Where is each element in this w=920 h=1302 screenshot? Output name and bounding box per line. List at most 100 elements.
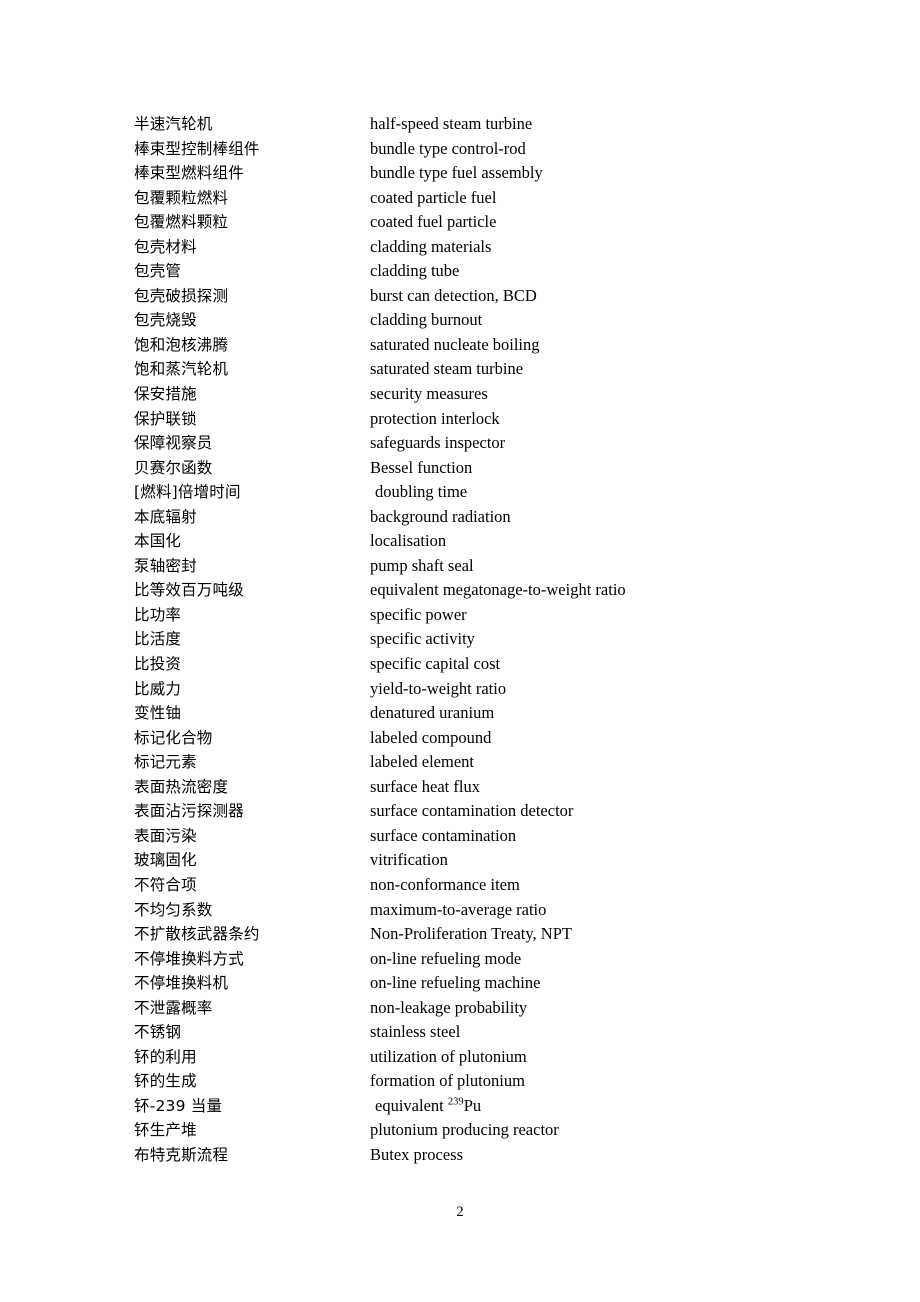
glossary-entry: 比投资 specific capital cost: [134, 652, 834, 677]
term-chinese: 玻璃固化: [134, 851, 197, 870]
term-chinese: 不均匀系数: [134, 900, 213, 919]
term-chinese: 钚-239 当量: [134, 1096, 223, 1115]
term-chinese: 本底辐射: [134, 507, 197, 526]
term-chinese: 标记化合物: [134, 728, 213, 747]
term-english: coated particle fuel: [370, 187, 497, 207]
term-english: surface contamination: [370, 825, 517, 845]
glossary-entry: 不符合项 non-conformance item: [134, 873, 834, 898]
term-chinese: 表面热流密度: [134, 777, 229, 796]
term-english: equivalent 239Pu: [375, 1095, 482, 1115]
term-english: Bessel function: [370, 457, 473, 477]
term-english: on-line refueling mode: [370, 948, 522, 968]
term-english: specific capital cost: [370, 654, 501, 674]
term-chinese: 比功率: [134, 605, 182, 624]
term-english: cladding burnout: [370, 310, 483, 330]
glossary-entry: [燃料]倍增时间 doubling time: [134, 480, 834, 505]
term-chinese: 包壳破损探测: [134, 286, 229, 305]
term-chinese: 比威力: [134, 679, 182, 698]
glossary-entry: 不泄露概率 non-leakage probability: [134, 996, 834, 1021]
term-english: Butex process: [370, 1144, 464, 1164]
glossary-entry: 包壳材料 cladding materials: [134, 235, 834, 260]
glossary-entry: 包壳破损探测 burst can detection, BCD: [134, 284, 834, 309]
glossary-entry: 保安措施 security measures: [134, 382, 834, 407]
term-english: maximum-to-average ratio: [370, 899, 547, 919]
term-english: labeled element: [370, 752, 474, 772]
term-english: yield-to-weight ratio: [370, 678, 507, 698]
term-english: security measures: [370, 384, 488, 404]
glossary-entry: 包壳管 cladding tube: [134, 259, 834, 284]
document-page: 半速汽轮机 half-speed steam turbine 棒束型控制棒组件 bun…: [0, 0, 920, 1302]
term-english: non-leakage probability: [370, 997, 528, 1017]
glossary-entry: 包壳烧毁 cladding burnout: [134, 308, 834, 333]
term-english: stainless steel: [370, 1022, 461, 1042]
glossary-entry: 比等效百万吨级 equivalent megatonage-to-weight r…: [134, 578, 834, 603]
term-chinese: 比等效百万吨级: [134, 581, 244, 600]
term-chinese: 本国化: [134, 532, 182, 551]
glossary-entry: 保障视察员 safeguards inspector: [134, 431, 834, 456]
term-chinese: 比活度: [134, 630, 182, 649]
term-chinese: 泵轴密封: [134, 556, 197, 575]
term-english: denatured uranium: [370, 703, 495, 723]
term-chinese: 不停堆换料机: [134, 974, 229, 993]
term-chinese: 钚生产堆: [134, 1121, 197, 1140]
glossary-entry: 布特克斯流程 Butex process: [134, 1143, 834, 1168]
term-english: cladding tube: [370, 261, 460, 281]
glossary-entry: 棒束型控制棒组件 bundle type control-rod: [134, 137, 834, 162]
term-chinese: 棒束型控制棒组件: [134, 139, 260, 158]
term-chinese: 不泄露概率: [134, 998, 213, 1017]
term-chinese: 保障视察员: [134, 434, 213, 453]
term-english: safeguards inspector: [370, 433, 506, 453]
glossary-entry: 不锈钢 stainless steel: [134, 1020, 834, 1045]
glossary-entry: 表面污染 surface contamination: [134, 824, 834, 849]
term-chinese: 不锈钢: [134, 1023, 182, 1042]
term-chinese: 饱和蒸汽轮机: [134, 360, 229, 379]
term-english: pump shaft seal: [370, 555, 474, 575]
term-chinese: 标记元素: [134, 753, 197, 772]
glossary-entry: 不停堆换料机 on-line refueling machine: [134, 971, 834, 996]
glossary-entry: 变性铀 denatured uranium: [134, 701, 834, 726]
term-chinese: 贝赛尔函数: [134, 458, 213, 477]
term-english: labeled compound: [370, 727, 492, 747]
term-chinese: 包覆燃料颗粒: [134, 213, 229, 232]
term-chinese: 包壳材料: [134, 237, 197, 256]
term-chinese: 表面污染: [134, 826, 197, 845]
glossary-entry: 饱和泡核沸腾 saturated nucleate boiling: [134, 333, 834, 358]
term-chinese: 包覆颗粒燃料: [134, 188, 229, 207]
term-english: utilization of plutonium: [370, 1046, 527, 1066]
term-chinese: [燃料]倍增时间: [134, 483, 241, 502]
term-english: on-line refueling machine: [370, 973, 541, 993]
glossary-entry: 不均匀系数 maximum-to-average ratio: [134, 898, 834, 923]
glossary-entry: 泵轴密封 pump shaft seal: [134, 554, 834, 579]
glossary-entry: 饱和蒸汽轮机 saturated steam turbine: [134, 357, 834, 382]
glossary-entry: 本底辐射 background radiation: [134, 505, 834, 530]
glossary-entry: 半速汽轮机 half-speed steam turbine: [134, 112, 834, 137]
glossary-entry: 包覆颗粒燃料 coated particle fuel: [134, 186, 834, 211]
term-english: protection interlock: [370, 408, 500, 428]
term-chinese: 不扩散核武器条约: [134, 925, 260, 944]
glossary-entry: 表面热流密度 surface heat flux: [134, 775, 834, 800]
glossary-entry: 钚的利用 utilization of plutonium: [134, 1045, 834, 1070]
glossary-entry: 钚生产堆 plutonium producing reactor: [134, 1118, 834, 1143]
glossary-entry: 标记化合物 labeled compound: [134, 726, 834, 751]
term-english: saturated nucleate boiling: [370, 334, 540, 354]
glossary-entry: 比威力 yield-to-weight ratio: [134, 677, 834, 702]
term-english: coated fuel particle: [370, 212, 497, 232]
term-chinese: 钚的利用: [134, 1047, 197, 1066]
term-english: Non-Proliferation Treaty, NPT: [370, 924, 572, 944]
term-chinese: 棒束型燃料组件: [134, 164, 244, 183]
term-english: localisation: [370, 531, 447, 551]
term-english: half-speed steam turbine: [370, 114, 533, 133]
glossary-entry-list: 半速汽轮机 half-speed steam turbine 棒束型控制棒组件 bun…: [134, 112, 834, 1168]
term-english: plutonium producing reactor: [370, 1120, 559, 1140]
glossary-entry: 玻璃固化 vitrification: [134, 848, 834, 873]
glossary-entry: 钚-239 当量 equivalent 239Pu: [134, 1094, 834, 1119]
term-chinese: 比投资: [134, 655, 182, 674]
term-chinese: 饱和泡核沸腾: [134, 335, 229, 354]
term-chinese: 变性铀: [134, 704, 182, 723]
term-chinese: 保护联锁: [134, 409, 197, 428]
term-chinese: 不停堆换料方式: [134, 949, 244, 968]
page-number: 2: [456, 1204, 464, 1220]
term-chinese: 钚的生成: [134, 1072, 197, 1091]
term-english: specific power: [370, 604, 467, 624]
glossary-entry: 不停堆换料方式 on-line refueling mode: [134, 947, 834, 972]
